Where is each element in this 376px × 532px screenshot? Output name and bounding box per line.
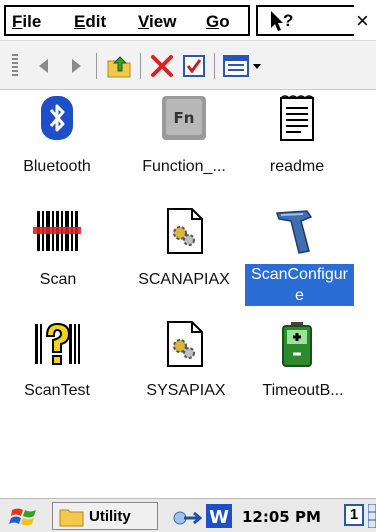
help-pointer-icon: ? [271,11,293,31]
bluetooth-icon[interactable] [33,94,81,142]
up-folder-icon [107,56,131,78]
icon-label-scanconfigure[interactable]: ScanConfigur e [245,264,354,306]
view-mode-dropdown[interactable] [222,53,264,79]
toolbar-separator-3 [214,53,215,79]
svg-text:W: W [209,507,229,528]
icon-label-scan[interactable]: Scan [30,269,86,291]
task-label: Utility [89,508,131,525]
word-app-icon[interactable]: W [206,504,232,528]
menu-go[interactable]: Go [206,12,230,32]
forward-button[interactable] [62,53,90,79]
clock[interactable]: 12:05 PM [242,508,321,526]
menu-edit[interactable]: Edit [74,12,106,32]
toolbar-grip[interactable] [12,54,18,78]
scanner-gun-icon[interactable] [273,207,321,255]
network-sync-icon[interactable] [172,506,202,528]
menu-file[interactable]: File [12,12,41,32]
back-button[interactable] [30,53,58,79]
help-button[interactable]: ? [268,9,298,33]
view-list-icon [223,55,261,77]
keyboard-icon[interactable] [368,504,376,528]
input-page-indicator[interactable]: 1 [344,504,364,526]
svg-text:Fn: Fn [174,109,195,127]
icon-label-function[interactable]: Function_... [124,156,244,178]
system-tray: W 12:05 PM 1 [166,502,376,530]
chevron-down-icon [253,64,261,69]
battery-icon[interactable] [273,320,321,368]
icon-label-readme[interactable]: readme [262,156,332,178]
barcode-help-icon[interactable] [33,320,81,368]
toolbar-separator-2 [140,53,141,79]
icon-label-scantest[interactable]: ScanTest [14,380,100,402]
delete-button[interactable] [148,53,176,79]
task-utility-button[interactable]: Utility [52,502,158,530]
toolbar [0,40,376,90]
taskbar: Utility W 12:05 PM 1 [0,498,376,532]
close-button[interactable]: × [356,8,376,34]
delete-x-icon [151,55,173,77]
system-file-icon[interactable] [160,207,208,255]
start-button[interactable] [8,504,42,530]
icon-label-timeout[interactable]: TimeoutB... [250,380,356,402]
text-document-icon[interactable] [273,94,321,142]
icon-label-sysapiax[interactable]: SYSAPIAX [136,380,236,402]
menu-view[interactable]: View [138,12,176,32]
menu-bar: File Edit View Go ? × [0,0,376,40]
fn-key-icon[interactable]: Fn [160,94,208,142]
forward-arrow-icon [72,59,81,73]
help-glyph: ? [283,11,293,30]
icon-label-scanapiax[interactable]: SCANAPIAX [128,269,240,291]
system-file-icon[interactable] [160,320,208,368]
windows-flag-icon [9,508,36,526]
back-arrow-icon [39,59,48,73]
properties-button[interactable] [180,53,208,79]
icon-label-bluetooth[interactable]: Bluetooth [14,156,100,178]
properties-check-icon [183,55,205,77]
toolbar-separator [96,53,97,79]
barcode-scan-icon[interactable] [33,207,81,255]
up-folder-button[interactable] [106,53,134,79]
folder-icon [59,509,84,527]
